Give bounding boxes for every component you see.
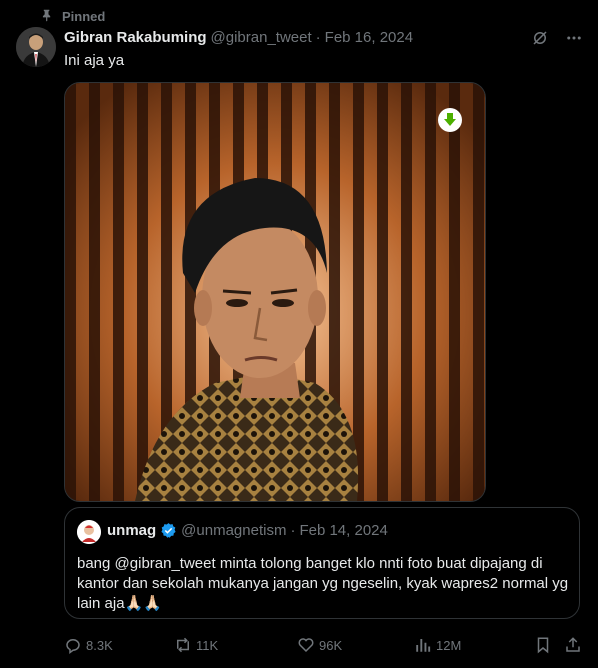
grok-icon[interactable] <box>530 28 550 48</box>
reply-count: 8.3K <box>86 637 113 653</box>
bookmark-button[interactable] <box>534 636 552 654</box>
header-separator: · <box>315 29 321 46</box>
pin-icon <box>40 8 54 25</box>
quoted-author-handle: @unmagnetism <box>181 522 287 539</box>
like-count: 96K <box>319 637 343 653</box>
tweet-header: Gibran Rakabuming @gibran_tweet · Feb 16… <box>64 29 413 46</box>
author-avatar[interactable] <box>16 27 56 67</box>
views-count: 12M <box>436 637 462 653</box>
like-icon <box>297 636 315 654</box>
quoted-tweet[interactable]: unmag @unmagnetism · Feb 14, 2024 bang @… <box>64 507 580 619</box>
views-icon <box>414 636 432 654</box>
quoted-author-name: unmag <box>107 522 157 539</box>
share-icon <box>564 636 582 654</box>
like-button[interactable]: 96K <box>297 636 342 654</box>
verified-badge-icon <box>160 522 177 539</box>
share-button[interactable] <box>564 636 582 654</box>
quoted-header-separator: · <box>290 522 296 539</box>
quoted-tweet-date: Feb 14, 2024 <box>299 522 388 539</box>
reply-icon <box>64 636 82 654</box>
download-icon[interactable] <box>438 108 462 132</box>
tweet-media-image[interactable] <box>64 82 486 502</box>
more-icon[interactable] <box>564 28 584 48</box>
quoted-author-avatar[interactable] <box>77 520 101 544</box>
quoted-tweet-text: bang @gibran_tweet minta tolong banget k… <box>77 555 569 612</box>
pinned-label: Pinned <box>62 9 106 24</box>
author-handle[interactable]: @gibran_tweet <box>211 29 312 46</box>
bookmark-icon <box>534 636 552 654</box>
repost-icon <box>174 636 192 654</box>
pinned-indicator: Pinned <box>40 8 105 25</box>
tweet-text: Ini aja ya <box>64 52 125 69</box>
tweet-date[interactable]: Feb 16, 2024 <box>325 29 413 46</box>
repost-count: 11K <box>196 637 219 653</box>
repost-button[interactable]: 11K <box>174 636 218 654</box>
views-button[interactable]: 12M <box>414 636 461 654</box>
tweet-action-bar: 8.3K 11K 96K 12M <box>64 636 584 656</box>
tweet-top-actions <box>530 28 584 48</box>
author-name[interactable]: Gibran Rakabuming <box>64 29 207 46</box>
quoted-tweet-header: unmag @unmagnetism · Feb 14, 2024 <box>107 522 388 539</box>
reply-button[interactable]: 8.3K <box>64 636 113 654</box>
